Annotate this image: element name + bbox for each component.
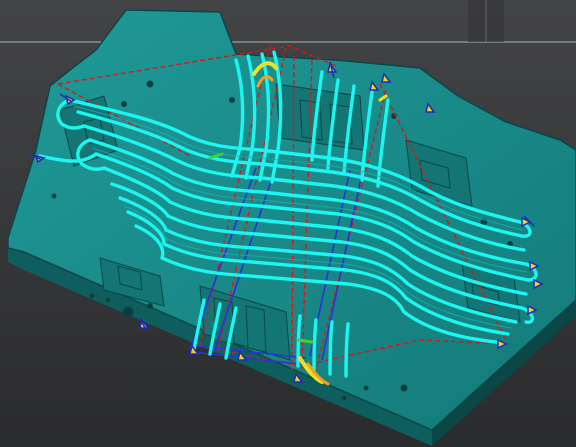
cad-viewport[interactable]: [0, 0, 576, 447]
mold-scene[interactable]: [0, 0, 576, 447]
